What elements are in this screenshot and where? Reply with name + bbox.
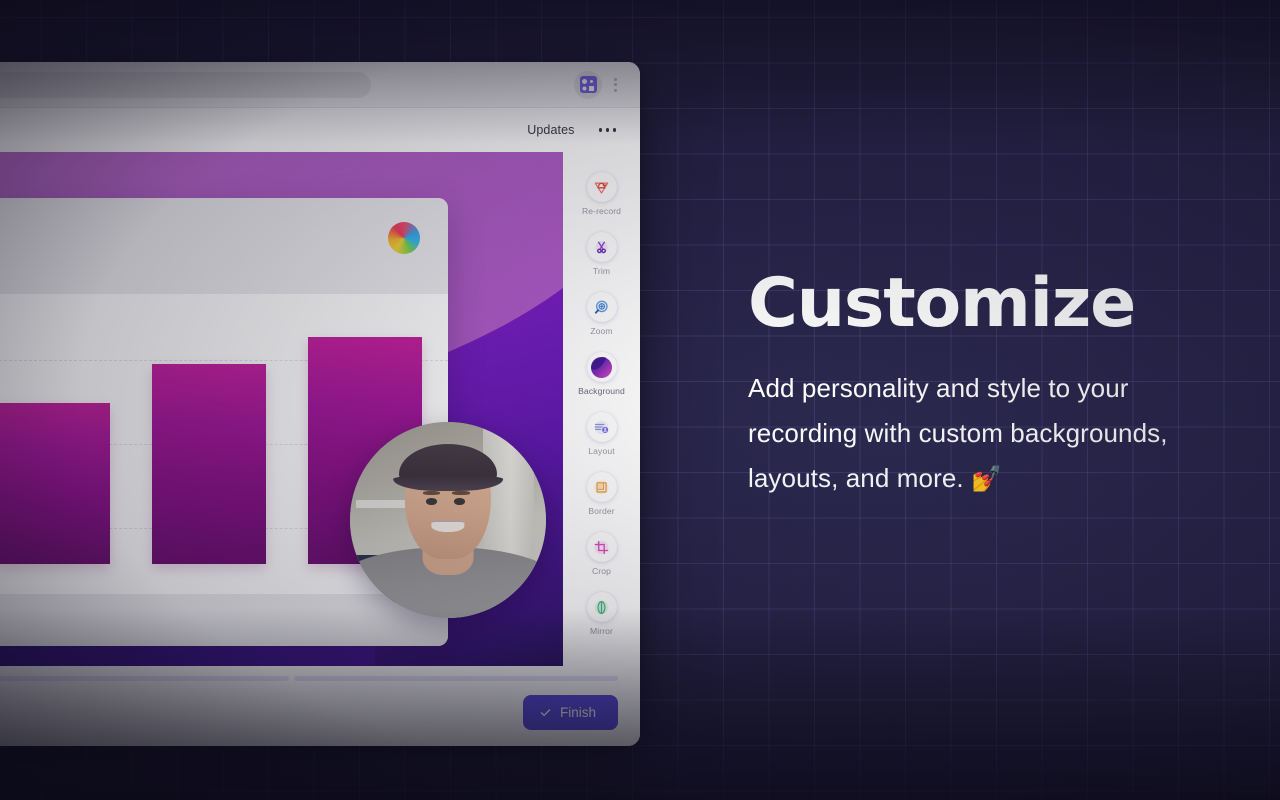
finish-button[interactable]: Finish [522,695,618,730]
tool-item-label: Border [588,506,615,516]
tool-item-label: Zoom [590,326,613,336]
screenshot-stage: Updates do? [0,0,1280,800]
webcam-person-eye-right [453,498,465,505]
tool-item-border[interactable]: Border [570,464,634,524]
re-record-icon [586,172,617,202]
address-bar-input[interactable] [0,71,371,98]
browser-window: Updates do? [0,62,640,746]
promo-body-tail: more. [896,462,964,493]
updates-link[interactable]: Updates [527,123,574,137]
tool-item-label: Re-record [581,206,622,216]
webcam-person-eyebrow-right [451,490,470,495]
webcam-person-mouth [431,520,465,532]
border-icon [586,472,617,502]
tool-item-crop[interactable]: Crop [570,524,634,584]
webcam-person-eyebrow-left [422,490,441,495]
zoom-magnifier-icon [586,292,617,322]
trim-scissors-icon [586,232,617,262]
tool-item-label: Layout [588,446,615,456]
tool-item-label: Background [578,386,625,396]
chart-bar [0,402,110,564]
dot [612,128,616,132]
tool-item-label: Trim [592,266,611,276]
browser-toolbar [0,62,640,108]
webcam-person-cap-brim [393,474,503,491]
layout-icon [586,412,617,442]
promo-panel: Customize Add personality and style to y… [748,270,1188,501]
extensions-puzzle-icon[interactable] [574,70,602,99]
promo-title: Customize [748,264,1136,343]
dot [613,83,617,86]
finish-button-label: Finish [559,705,596,720]
dot [598,128,602,132]
color-wheel-logo-icon [388,222,420,254]
footer-actions: Finish [0,695,618,730]
tool-item-background[interactable]: Background [570,344,634,404]
nail-polish-emoji: 💅 [971,464,1003,493]
promo-body: Add personality and style to your record… [748,366,1188,501]
background-sphere-icon [586,352,617,382]
tool-item-layout[interactable]: Layout [570,404,634,464]
tool-item-trim[interactable]: Trim [570,224,634,284]
tool-item-re-record[interactable]: Re-record [570,164,634,224]
tool-item-label: Mirror [589,626,614,636]
check-icon [540,709,551,717]
app-body: do? [0,152,640,666]
chart-bar [152,364,266,564]
crop-icon [586,532,617,562]
tool-item-label: Crop [591,566,612,576]
tool-item-zoom[interactable]: Zoom [570,284,634,344]
dot [613,77,617,81]
webcam-person-eye-left [426,498,438,505]
mirror-icon [586,592,617,622]
kebab-menu-icon[interactable] [597,122,619,138]
recording-preview-canvas[interactable]: do? [0,152,563,666]
webcam-doorframe [483,422,535,568]
extension-glyph [579,76,597,93]
recorded-screen-header: do? [0,198,448,294]
app-footer: Finish [0,666,640,746]
timeline-segment-2[interactable] [294,676,618,681]
tool-item-mirror[interactable]: Mirror [570,584,634,644]
dot [605,128,609,132]
dot [613,88,617,92]
editor-tool-rail: Re-record Trim Zoom Background Layout Border C… [563,152,640,666]
webcam-bubble[interactable] [350,422,546,618]
app-header: Updates [0,108,640,152]
browser-toolbar-actions [574,70,626,99]
timeline-segment-1[interactable] [0,676,289,681]
webcam-shelf [355,500,407,509]
chrome-kebab-menu-icon[interactable] [606,73,624,97]
timeline[interactable] [0,676,618,681]
